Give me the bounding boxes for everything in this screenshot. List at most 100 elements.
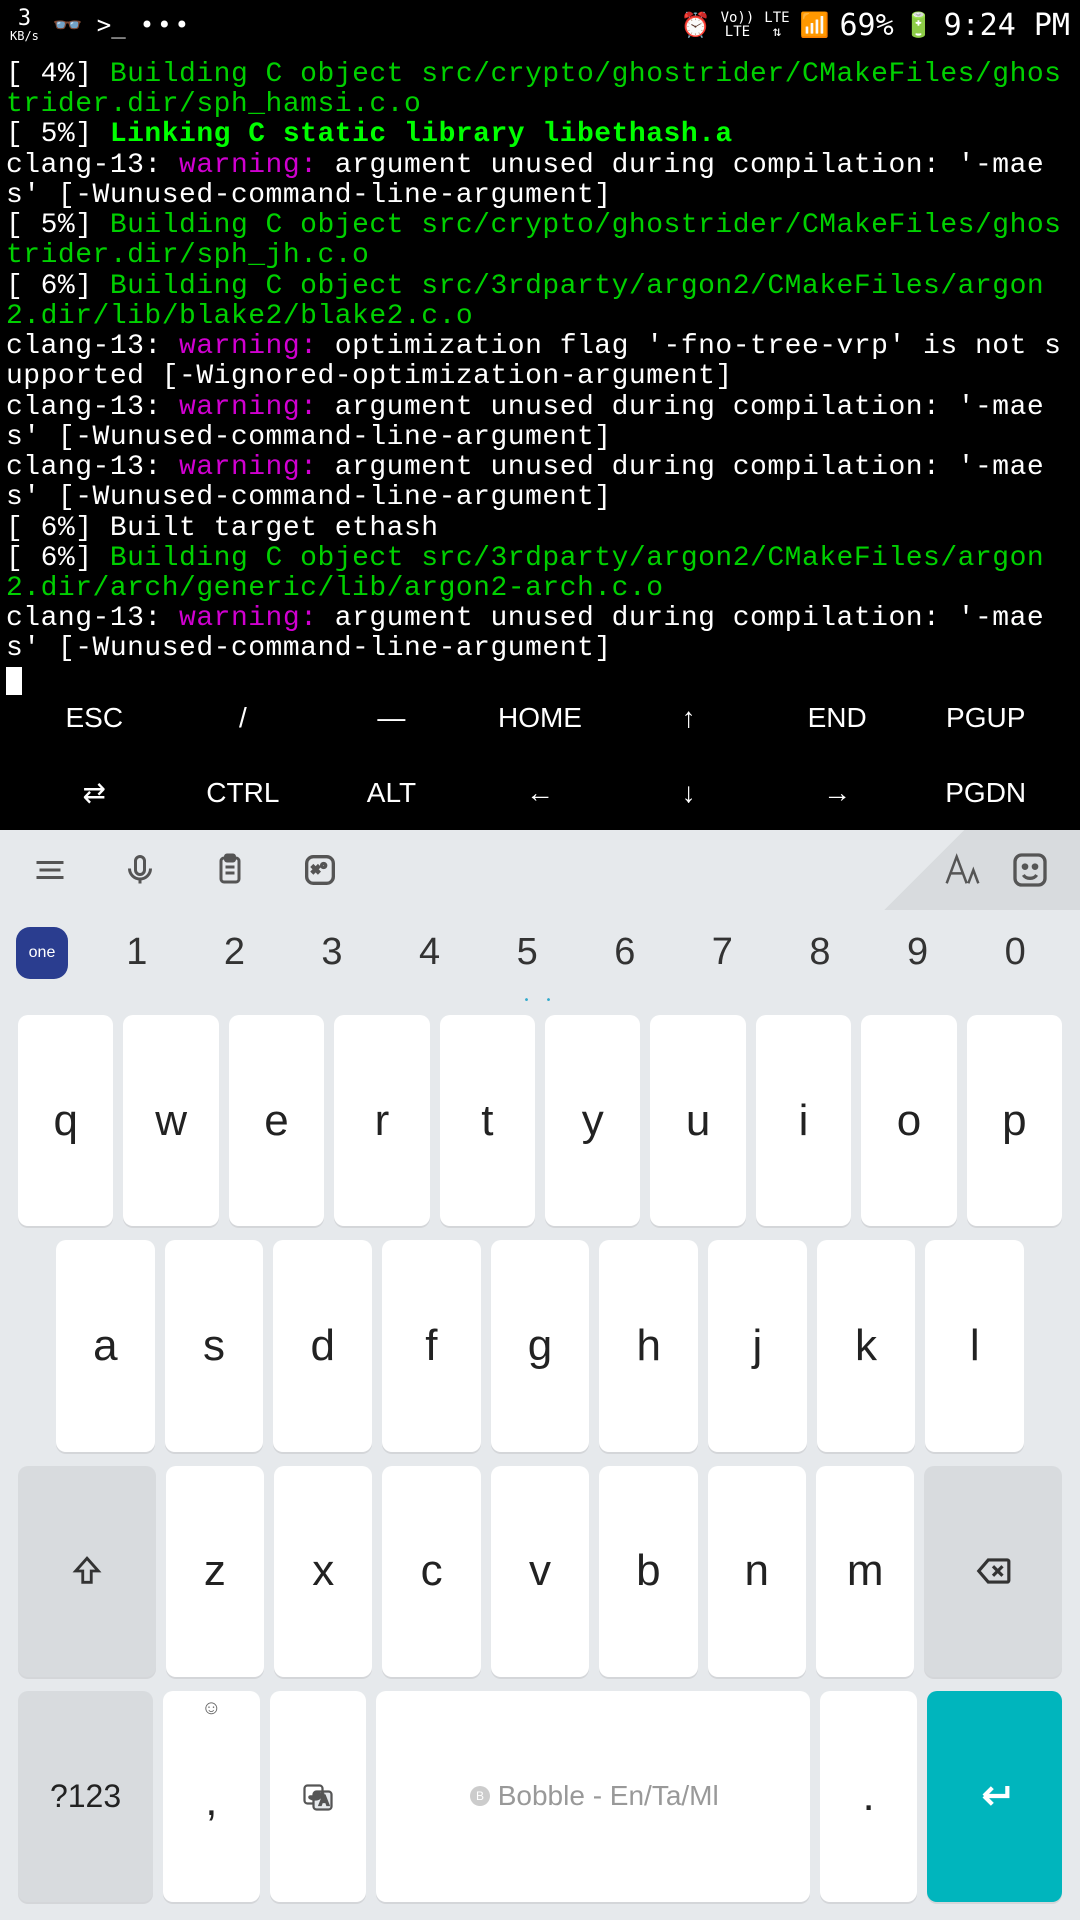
key-up[interactable]: ↑ bbox=[614, 680, 763, 755]
terminal-line: [ 6%] Built target ethash bbox=[6, 514, 1074, 544]
key-3[interactable]: 3 bbox=[283, 931, 381, 974]
svg-text:×°: ×° bbox=[312, 862, 328, 877]
key-s[interactable]: s bbox=[165, 1240, 264, 1451]
key-tab[interactable]: ⇄ bbox=[20, 755, 169, 830]
battery-percentage: 69% bbox=[839, 8, 893, 43]
svg-text:B: B bbox=[476, 1789, 484, 1803]
key-symbols[interactable]: ?123 bbox=[18, 1691, 153, 1902]
key-9[interactable]: 9 bbox=[869, 931, 967, 974]
number-row: one 1 2 3 4 5 6 7 8 9 0 bbox=[0, 910, 1080, 995]
terminal-line: [ 5%] Building C object src/crypto/ghost… bbox=[6, 211, 1074, 271]
key-i[interactable]: i bbox=[756, 1015, 851, 1226]
key-p[interactable]: p bbox=[967, 1015, 1062, 1226]
one-badge[interactable]: one bbox=[16, 927, 68, 979]
key-comma[interactable]: ☺ , bbox=[163, 1691, 260, 1902]
key-j[interactable]: j bbox=[708, 1240, 807, 1451]
key-y[interactable]: y bbox=[545, 1015, 640, 1226]
key-o[interactable]: o bbox=[861, 1015, 956, 1226]
key-end[interactable]: END bbox=[763, 680, 912, 755]
svg-text:A: A bbox=[319, 1793, 328, 1808]
lte-icon: LTE ⇅ bbox=[764, 11, 789, 39]
glasses-icon: 👓 bbox=[53, 11, 83, 39]
page-indicator: • • bbox=[0, 995, 1080, 1005]
terminal-line: [ 5%] Linking C static library libethash… bbox=[6, 120, 1074, 150]
key-r[interactable]: r bbox=[334, 1015, 429, 1226]
key-dash[interactable]: — bbox=[317, 680, 466, 755]
key-period[interactable]: . bbox=[820, 1691, 917, 1902]
key-8[interactable]: 8 bbox=[771, 931, 869, 974]
key-right[interactable]: → bbox=[763, 755, 912, 830]
key-h[interactable]: h bbox=[599, 1240, 698, 1451]
terminal-icon: >_ bbox=[97, 11, 126, 39]
settings-icon[interactable]: ×° bbox=[300, 850, 340, 890]
key-v[interactable]: v bbox=[491, 1466, 589, 1677]
key-ctrl[interactable]: CTRL bbox=[169, 755, 318, 830]
key-pgdn[interactable]: PGDN bbox=[911, 755, 1060, 830]
terminal-line: clang-13: warning: argument unused durin… bbox=[6, 604, 1074, 664]
mic-icon[interactable] bbox=[120, 850, 160, 890]
signal-icon: 📶 bbox=[800, 11, 830, 39]
key-z[interactable]: z bbox=[166, 1466, 264, 1677]
key-language[interactable]: அA bbox=[270, 1691, 367, 1902]
key-1[interactable]: 1 bbox=[88, 931, 186, 974]
key-e[interactable]: e bbox=[229, 1015, 324, 1226]
key-2[interactable]: 2 bbox=[186, 931, 284, 974]
key-alt[interactable]: ALT bbox=[317, 755, 466, 830]
terminal-line: [ 6%] Building C object src/3rdparty/arg… bbox=[6, 272, 1074, 332]
more-notifications-icon: ••• bbox=[140, 11, 192, 39]
terminal-line: [ 4%] Building C object src/crypto/ghost… bbox=[6, 60, 1074, 120]
battery-icon: 🔋 bbox=[904, 11, 934, 39]
terminal-line: [ 6%] Building C object src/3rdparty/arg… bbox=[6, 544, 1074, 604]
key-f[interactable]: f bbox=[382, 1240, 481, 1451]
emoji-icon[interactable] bbox=[1010, 850, 1050, 890]
terminal-line: clang-13: warning: argument unused durin… bbox=[6, 151, 1074, 211]
key-0[interactable]: 0 bbox=[966, 931, 1064, 974]
font-icon[interactable] bbox=[940, 850, 980, 890]
alarm-icon: ⏰ bbox=[681, 11, 711, 39]
key-a[interactable]: a bbox=[56, 1240, 155, 1451]
terminal-line: clang-13: warning: optimization flag '-f… bbox=[6, 332, 1074, 392]
key-home[interactable]: HOME bbox=[466, 680, 615, 755]
key-u[interactable]: u bbox=[650, 1015, 745, 1226]
clock-time: 9:24 PM bbox=[944, 8, 1070, 43]
status-bar: 3 KB/s 👓 >_ ••• ⏰ Vo)) LTE LTE ⇅ 📶 69% 🔋… bbox=[0, 0, 1080, 50]
key-backspace[interactable] bbox=[924, 1466, 1062, 1677]
qwerty-row-3: z x c v b n m bbox=[18, 1466, 1062, 1677]
key-c[interactable]: c bbox=[382, 1466, 480, 1677]
key-left[interactable]: ← bbox=[466, 755, 615, 830]
key-spacebar[interactable]: B Bobble - En/Ta/Ml bbox=[376, 1691, 810, 1902]
menu-icon[interactable] bbox=[30, 850, 70, 890]
key-6[interactable]: 6 bbox=[576, 931, 674, 974]
key-x[interactable]: x bbox=[274, 1466, 372, 1677]
key-7[interactable]: 7 bbox=[674, 931, 772, 974]
qwerty-row-4: ?123 ☺ , அA B Bobble - En/Ta/Ml . bbox=[18, 1691, 1062, 1902]
key-t[interactable]: t bbox=[440, 1015, 535, 1226]
soft-keyboard: ×° one 1 2 3 4 5 6 7 8 9 0 • • q w e r t… bbox=[0, 830, 1080, 1920]
keyboard-toolbar: ×° bbox=[0, 830, 1080, 910]
key-shift[interactable] bbox=[18, 1466, 156, 1677]
key-esc[interactable]: ESC bbox=[20, 680, 169, 755]
key-5[interactable]: 5 bbox=[478, 931, 576, 974]
key-enter[interactable] bbox=[927, 1691, 1062, 1902]
volte-icon: Vo)) LTE bbox=[721, 11, 755, 39]
key-n[interactable]: n bbox=[708, 1466, 806, 1677]
network-speed: 3 KB/s bbox=[10, 8, 39, 42]
key-b[interactable]: b bbox=[599, 1466, 697, 1677]
terminal-line: clang-13: warning: argument unused durin… bbox=[6, 393, 1074, 453]
key-d[interactable]: d bbox=[273, 1240, 372, 1451]
termux-extra-keys: ESC / — HOME ↑ END PGUP ⇄ CTRL ALT ← ↓ →… bbox=[0, 680, 1080, 830]
key-g[interactable]: g bbox=[491, 1240, 590, 1451]
key-pgup[interactable]: PGUP bbox=[911, 680, 1060, 755]
key-down[interactable]: ↓ bbox=[614, 755, 763, 830]
key-l[interactable]: l bbox=[925, 1240, 1024, 1451]
key-slash[interactable]: / bbox=[169, 680, 318, 755]
key-k[interactable]: k bbox=[817, 1240, 916, 1451]
terminal-output[interactable]: [ 4%] Building C object src/crypto/ghost… bbox=[0, 50, 1080, 705]
terminal-line: clang-13: warning: argument unused durin… bbox=[6, 453, 1074, 513]
key-q[interactable]: q bbox=[18, 1015, 113, 1226]
key-4[interactable]: 4 bbox=[381, 931, 479, 974]
clipboard-icon[interactable] bbox=[210, 850, 250, 890]
key-w[interactable]: w bbox=[123, 1015, 218, 1226]
key-m[interactable]: m bbox=[816, 1466, 914, 1677]
qwerty-row-1: q w e r t y u i o p bbox=[18, 1015, 1062, 1226]
